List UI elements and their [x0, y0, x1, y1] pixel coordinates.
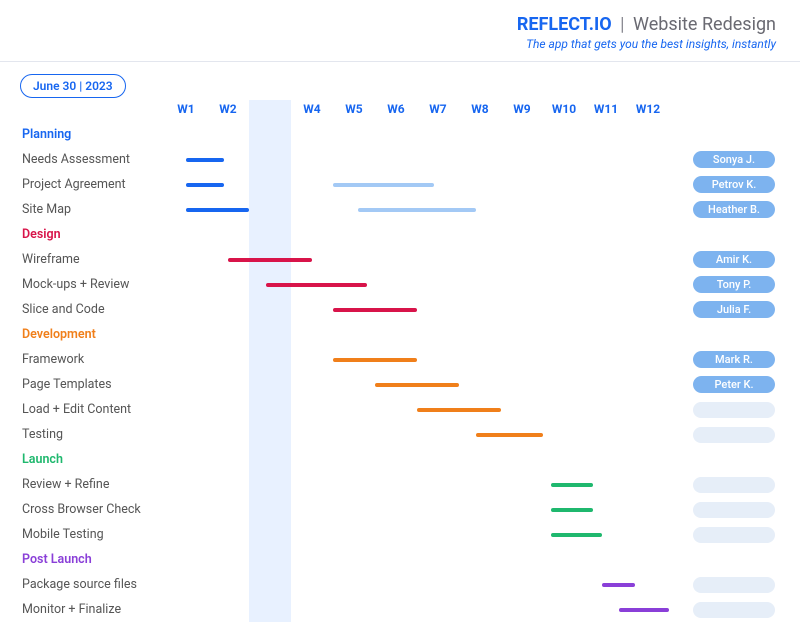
group-header-post-launch: Post Launch [0, 552, 165, 567]
task-label: Wireframe [0, 252, 165, 267]
gantt-bar[interactable] [266, 283, 367, 287]
assignee-pill [693, 477, 775, 493]
task-label: Cross Browser Check [0, 502, 165, 517]
task-label: Site Map [0, 202, 165, 217]
week-header-w2: W2 [219, 102, 236, 116]
gantt-bar[interactable] [551, 533, 601, 537]
gantt-bar[interactable] [358, 208, 476, 212]
assignee-pill [693, 427, 775, 443]
week-header-w8: W8 [471, 102, 488, 116]
gantt-bar[interactable] [333, 183, 434, 187]
group-header-development: Development [0, 327, 165, 342]
gantt-chart: W1W2W3W4W5W6W7W8W9W10W11W12PlanningNeeds… [0, 100, 800, 622]
gantt-bar[interactable] [186, 158, 224, 162]
assignee-pill [693, 502, 775, 518]
date-badge[interactable]: June 30 | 2023 [20, 74, 126, 98]
group-header-planning: Planning [0, 127, 165, 142]
assignee-pill [693, 527, 775, 543]
assignee-pill[interactable]: Heather B. [693, 201, 775, 218]
project-name: Website Redesign [633, 14, 776, 35]
task-label: Mobile Testing [0, 527, 165, 542]
header-divider [0, 61, 800, 62]
gantt-bar[interactable] [602, 583, 636, 587]
task-label: Load + Edit Content [0, 402, 165, 417]
week-header-w10: W10 [552, 102, 576, 116]
task-label: Review + Refine [0, 477, 165, 492]
gantt-bar[interactable] [228, 258, 312, 262]
group-header-design: Design [0, 227, 165, 242]
task-label: Mock-ups + Review [0, 277, 165, 292]
gantt-bar[interactable] [551, 508, 593, 512]
task-label: Testing [0, 427, 165, 442]
assignee-pill [693, 402, 775, 418]
assignee-pill [693, 602, 775, 618]
assignee-pill[interactable]: Julia F. [693, 301, 775, 318]
tagline: The app that gets you the best insights,… [24, 37, 776, 51]
gantt-bar[interactable] [551, 483, 593, 487]
assignee-pill[interactable]: Peter K. [693, 376, 775, 393]
assignee-pill[interactable]: Mark R. [693, 351, 775, 368]
week-header-w5: W5 [345, 102, 362, 116]
week-header-w4: W4 [303, 102, 320, 116]
assignee-pill[interactable]: Petrov K. [693, 176, 775, 193]
group-header-launch: Launch [0, 452, 165, 467]
gantt-bar[interactable] [186, 208, 249, 212]
title-separator: | [620, 14, 624, 35]
task-label: Project Agreement [0, 177, 165, 192]
week-header-w9: W9 [513, 102, 530, 116]
gantt-bar[interactable] [186, 183, 224, 187]
task-label: Needs Assessment [0, 152, 165, 167]
assignee-pill[interactable]: Sonya J. [693, 151, 775, 168]
week-header-w6: W6 [387, 102, 404, 116]
page-title: REFLECT.IO | Website Redesign [24, 14, 776, 35]
gantt-bar[interactable] [417, 408, 501, 412]
header: REFLECT.IO | Website Redesign The app th… [0, 0, 800, 59]
week-header-w7: W7 [429, 102, 446, 116]
week-header-w11: W11 [594, 102, 618, 116]
assignee-pill[interactable]: Amir K. [693, 251, 775, 268]
gantt-bar[interactable] [375, 383, 459, 387]
gantt-bar[interactable] [619, 608, 669, 612]
task-label: Monitor + Finalize [0, 602, 165, 617]
gantt-bar[interactable] [333, 308, 417, 312]
gantt-bar[interactable] [333, 358, 417, 362]
task-label: Slice and Code [0, 302, 165, 317]
gantt-bar[interactable] [476, 433, 543, 437]
brand-name: REFLECT.IO [517, 14, 612, 35]
task-label: Package source files [0, 577, 165, 592]
task-label: Page Templates [0, 377, 165, 392]
assignee-pill[interactable]: Tony P. [693, 276, 775, 293]
week-header-w12: W12 [636, 102, 660, 116]
assignee-pill [693, 577, 775, 593]
task-label: Framework [0, 352, 165, 367]
week-header-w1: W1 [177, 102, 194, 116]
